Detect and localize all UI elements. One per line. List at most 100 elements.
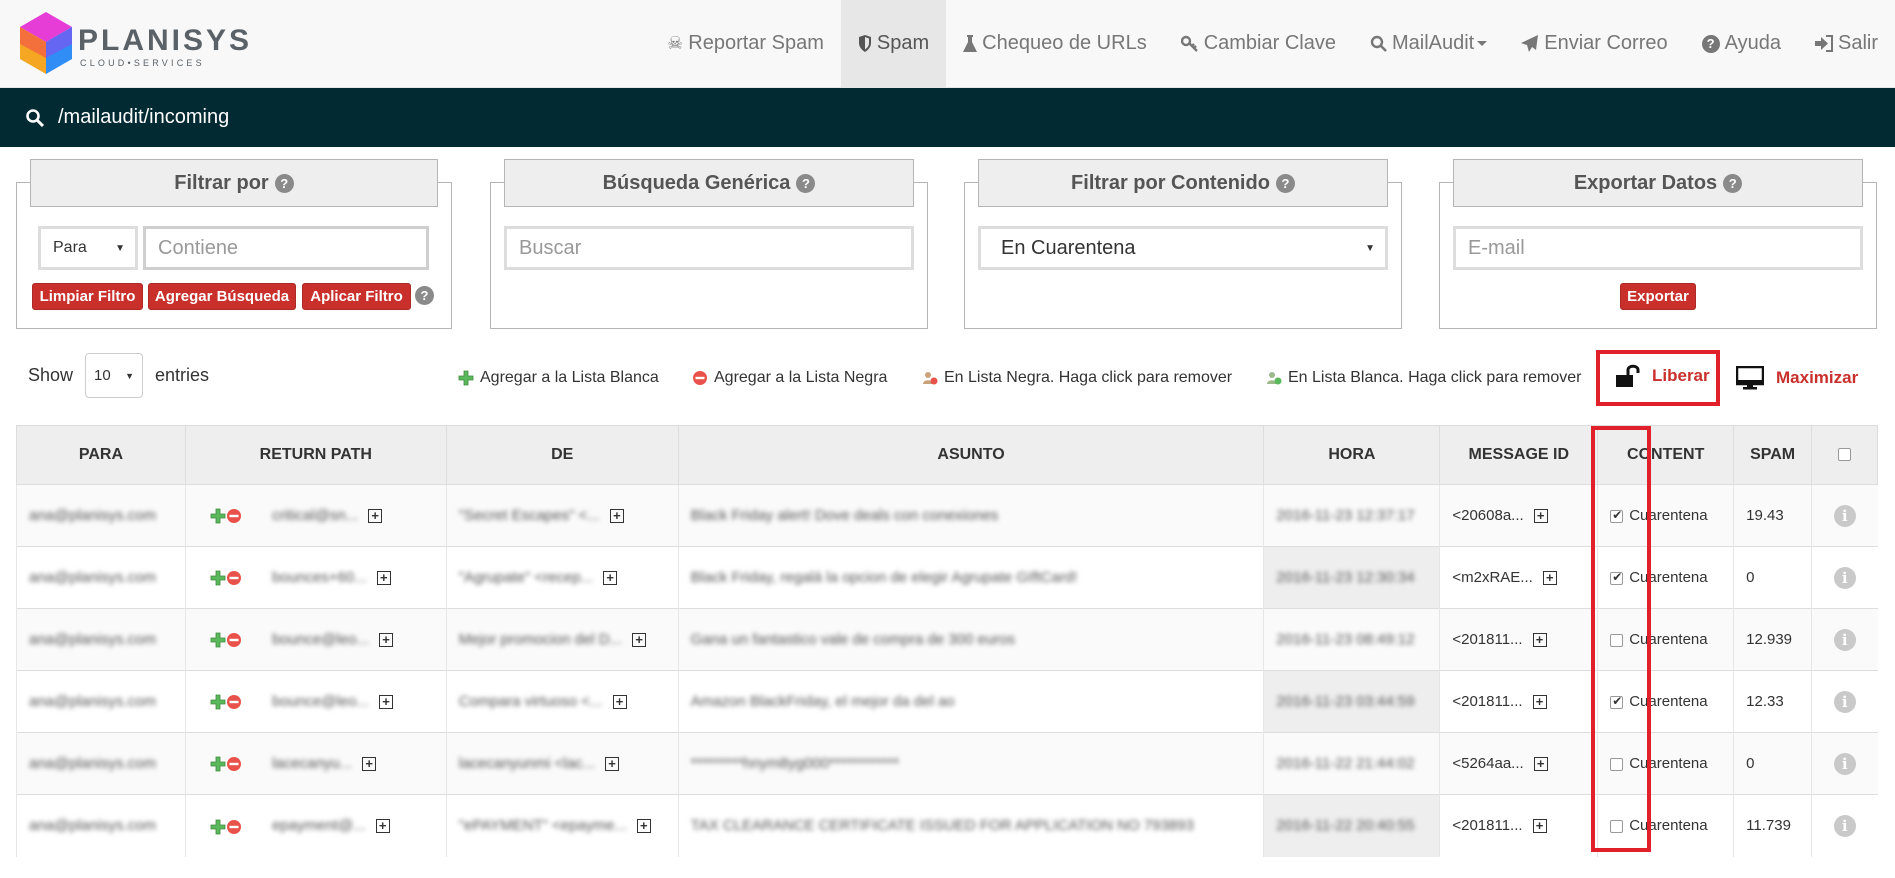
in-blacklist-legend[interactable]: En Lista Negra. Haga click para remover (922, 369, 1232, 387)
content-filter-select[interactable]: En Cuarentena ▼ (978, 226, 1388, 270)
nav-cambiar-clave[interactable]: Cambiar Clave (1164, 0, 1353, 87)
info-icon[interactable]: i (1833, 566, 1856, 589)
expand-icon[interactable]: + (636, 819, 651, 834)
red-minus-icon[interactable] (226, 819, 242, 835)
expand-icon[interactable]: + (603, 571, 618, 586)
expand-icon[interactable]: + (1533, 757, 1548, 772)
green-plus-icon[interactable] (210, 632, 226, 648)
cell-para: ana@planisys.com (16, 608, 186, 671)
liberar-button[interactable]: Liberar (1614, 364, 1710, 388)
info-icon[interactable]: i (1833, 752, 1856, 775)
nav-spam[interactable]: Spam (840, 0, 947, 87)
nav-label: Reportar Spam (688, 32, 824, 54)
select-all-checkbox[interactable] (1838, 448, 1852, 462)
red-minus-icon[interactable] (226, 570, 242, 586)
in-blacklist-label: En Lista Negra. Haga click para remover (944, 369, 1233, 386)
nav-label: Chequeo de URLs (982, 32, 1147, 54)
red-minus-icon[interactable] (226, 632, 242, 648)
return-path-value: critical@sn... (272, 506, 359, 524)
green-plus-icon[interactable] (210, 694, 226, 710)
whitelist-add-label: Agregar a la Lista Blanca (480, 369, 659, 386)
help-icon[interactable]: ? (1723, 173, 1743, 193)
expand-icon[interactable]: + (368, 508, 383, 523)
info-icon[interactable]: i (1833, 690, 1856, 713)
export-email-input[interactable]: E-mail (1453, 226, 1863, 270)
brand-subtitle: CLOUD•SERVICES (80, 58, 205, 68)
red-minus-icon[interactable] (226, 756, 242, 772)
help-icon[interactable]: ? (415, 286, 434, 305)
return-path-value: bounce@leo... (272, 692, 370, 710)
expand-icon[interactable]: + (609, 509, 624, 524)
expand-icon[interactable]: + (1532, 695, 1547, 710)
add-search-button[interactable]: Agregar Búsqueda (148, 283, 296, 310)
col-hora[interactable]: HORA (1263, 425, 1441, 485)
apply-filter-button[interactable]: Aplicar Filtro (302, 283, 411, 310)
maximizar-button[interactable]: Maximizar (1736, 366, 1858, 390)
green-plus-icon[interactable] (210, 819, 226, 835)
nav-label: Ayuda (1724, 32, 1781, 54)
cell-de: Mejor promocion del D... + (445, 608, 679, 671)
nav-mailaudit[interactable]: MailAudit (1353, 0, 1504, 87)
hora-value: 2016-11-23 08:49:12 (1276, 631, 1415, 648)
expand-icon[interactable]: + (375, 819, 390, 833)
help-icon[interactable]: ? (274, 173, 294, 193)
para-value: ana@planisys.com (29, 631, 156, 648)
dropdown-arrow-icon: ▼ (125, 371, 135, 381)
planisys-logo[interactable]: PLANISYS CLOUD•SERVICES (18, 12, 249, 76)
expand-icon[interactable]: + (1532, 633, 1547, 648)
green-plus-icon[interactable] (210, 570, 226, 586)
nav-label: Cambiar Clave (1203, 32, 1336, 54)
cell-de: "Secret Escapes" <... + (445, 484, 679, 547)
help-icon[interactable]: ? (1275, 173, 1295, 193)
message-id-value: <20608a... (1452, 507, 1524, 524)
nav-chequeo-urls[interactable]: Chequeo de URLs (946, 0, 1164, 87)
cell-message-id: <5264aa... + (1439, 732, 1598, 795)
help-icon[interactable]: ? (796, 173, 816, 193)
green-plus-icon[interactable] (210, 508, 226, 524)
in-whitelist-legend[interactable]: En Lista Blanca. Haga click para remover (1266, 369, 1581, 387)
nav-salir[interactable]: Salir (1798, 0, 1895, 87)
clear-filter-button[interactable]: Limpiar Filtro (32, 283, 143, 310)
cell-de: Compara virtuoso <... + (445, 670, 679, 733)
generic-search-input[interactable]: Buscar (504, 226, 914, 270)
expand-icon[interactable]: + (376, 570, 391, 585)
col-asunto[interactable]: ASUNTO (677, 425, 1265, 485)
expand-icon[interactable]: + (612, 695, 627, 710)
page-length-select[interactable]: 10 ▼ (85, 353, 144, 398)
expand-icon[interactable]: + (379, 694, 394, 709)
nav-reportar-spam[interactable]: ☠ Reportar Spam (650, 0, 841, 87)
expand-icon[interactable]: + (362, 756, 377, 771)
expand-icon[interactable]: + (632, 633, 647, 648)
question-icon: ? (1701, 34, 1720, 53)
col-de[interactable]: DE (445, 425, 679, 485)
expand-icon[interactable]: + (379, 632, 394, 647)
nav-enviar-correo[interactable]: Enviar Correo (1504, 0, 1684, 87)
cell-message-id: <m2xRAE... + (1439, 546, 1598, 609)
green-plus-icon[interactable] (210, 756, 226, 772)
export-button[interactable]: Exportar (1620, 283, 1696, 310)
col-spam[interactable]: SPAM (1733, 425, 1813, 485)
blacklist-add-legend[interactable]: Agregar a la Lista Negra (692, 369, 887, 387)
expand-icon[interactable]: + (1533, 509, 1548, 524)
filter-field-select[interactable]: Para ▼ (38, 226, 138, 270)
red-minus-icon[interactable] (226, 508, 242, 524)
asunto-value: Black Friday alert! Dove deals con conex… (690, 507, 999, 524)
cell-return-path: critical@sn... + (184, 484, 447, 547)
generic-search-title: Búsqueda Genérica? (504, 159, 914, 207)
spam-score: 0 (1746, 755, 1755, 772)
info-icon[interactable]: i (1833, 814, 1856, 837)
filter-contains-input[interactable]: Contiene (143, 226, 429, 270)
col-return-path[interactable]: RETURN PATH (184, 425, 447, 485)
expand-icon[interactable]: + (1532, 819, 1547, 834)
expand-icon[interactable]: + (1542, 571, 1557, 586)
col-para[interactable]: PARA (16, 425, 186, 485)
info-icon[interactable]: i (1833, 628, 1856, 651)
export-panel-title: Exportar Datos? (1453, 159, 1863, 207)
cell-asunto: Black Friday, regalá la opcion de elegir… (677, 546, 1264, 609)
col-message-id[interactable]: MESSAGE ID (1439, 425, 1599, 485)
nav-ayuda[interactable]: ? Ayuda (1685, 0, 1798, 87)
expand-icon[interactable]: + (605, 757, 620, 772)
info-icon[interactable]: i (1833, 504, 1856, 527)
whitelist-add-legend[interactable]: Agregar a la Lista Blanca (458, 369, 659, 387)
red-minus-icon[interactable] (226, 694, 242, 710)
